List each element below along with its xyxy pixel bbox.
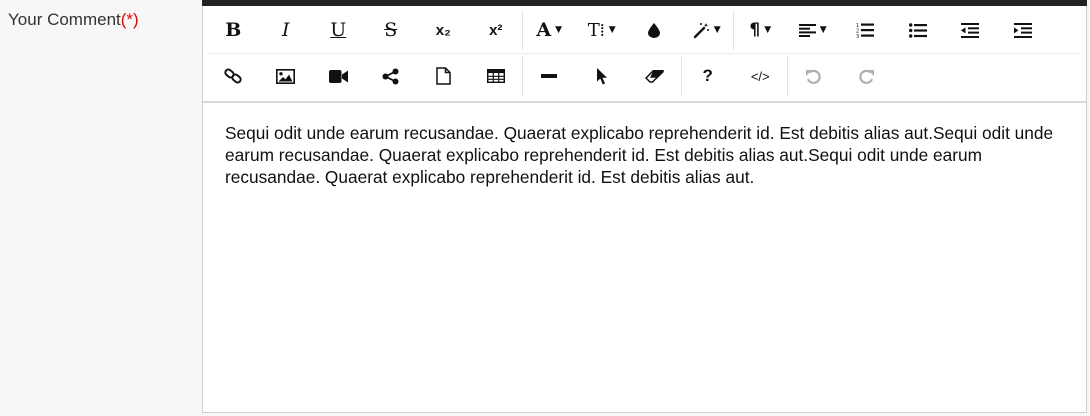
chevron-down-icon: ▼ [555,25,563,35]
chevron-down-icon: ▼ [819,25,827,35]
video-button[interactable] [312,56,365,96]
redo-icon [859,69,874,84]
font-size-button[interactable]: T⁞ ▼ [576,10,629,50]
strikethrough-icon: S [384,19,398,41]
toolbar-bottom-border [203,101,1086,103]
share-button[interactable] [365,56,418,96]
font-color-icon: A [536,19,552,41]
image-icon [276,68,296,84]
underline-icon: U [330,19,347,41]
minus-icon [541,74,558,78]
link-button[interactable] [207,56,260,96]
outdent-button[interactable] [944,10,997,50]
required-marker: (*) [120,10,139,29]
code-icon: </> [750,68,770,84]
strikethrough-button[interactable]: S [365,10,418,50]
italic-button[interactable]: I [260,10,313,50]
align-left-icon [798,23,816,37]
eraser-icon [645,69,664,83]
editor-content[interactable]: Sequi odit unde earum recusandae. Quaera… [225,122,1065,188]
table-button[interactable] [470,56,523,96]
magic-button[interactable]: ▼ [681,10,734,50]
select-button[interactable] [576,56,629,96]
editor-toolbar: B I U S x₂ x² A ▼ T⁞ ▼ ▼ ¶ ▼ ▼ 123 ? </> [203,6,1086,102]
align-button[interactable]: ▼ [787,10,840,50]
video-icon [328,69,348,83]
comment-label-text: Your Comment [8,10,121,29]
toolbar-row-2: ? </> [207,54,893,98]
table-icon [486,69,505,83]
paragraph-icon: ¶ [749,20,761,40]
outdent-icon [961,22,980,38]
cursor-icon [596,67,607,84]
redo-button[interactable] [840,56,893,96]
eraser-button[interactable] [628,56,681,96]
unordered-list-icon [908,22,927,38]
drop-icon [648,22,661,38]
underline-button[interactable]: U [312,10,365,50]
indent-button[interactable] [997,10,1050,50]
magic-wand-icon [693,22,709,38]
undo-icon [806,69,821,84]
bold-icon: B [225,19,242,41]
paragraph-button[interactable]: ¶ ▼ [734,10,787,50]
help-button[interactable]: ? [682,56,735,96]
subscript-button[interactable]: x₂ [417,10,470,50]
superscript-icon: x² [489,21,503,39]
chevron-down-icon: ▼ [764,25,772,35]
help-icon: ? [702,66,713,85]
italic-icon: I [281,19,290,41]
toolbar-row-1: B I U S x₂ x² A ▼ T⁞ ▼ ▼ ¶ ▼ ▼ 123 [207,8,1049,52]
chevron-down-icon: ▼ [608,25,616,35]
code-view-button[interactable]: </> [734,56,787,96]
subscript-icon: x₂ [435,21,451,39]
chevron-down-icon: ▼ [713,25,721,35]
font-size-icon: T⁞ [587,19,605,41]
background-color-button[interactable] [628,10,681,50]
share-icon [382,68,399,84]
indent-icon [1013,22,1032,38]
ordered-list-button[interactable]: 123 [839,10,892,50]
image-button[interactable] [260,56,313,96]
svg-text:3: 3 [856,34,859,39]
bold-button[interactable]: B [207,10,260,50]
undo-button[interactable] [788,56,841,96]
superscript-button[interactable]: x² [470,10,523,50]
unordered-list-button[interactable] [892,10,945,50]
horizontal-rule-button[interactable] [523,56,576,96]
file-icon [436,67,451,85]
file-button[interactable] [417,56,470,96]
rich-text-editor: B I U S x₂ x² A ▼ T⁞ ▼ ▼ ¶ ▼ ▼ 123 ? </>… [202,0,1087,413]
link-icon [224,68,242,84]
font-color-button[interactable]: A ▼ [523,10,576,50]
ordered-list-icon: 123 [856,23,875,39]
comment-label: Your Comment(*) [8,10,139,30]
